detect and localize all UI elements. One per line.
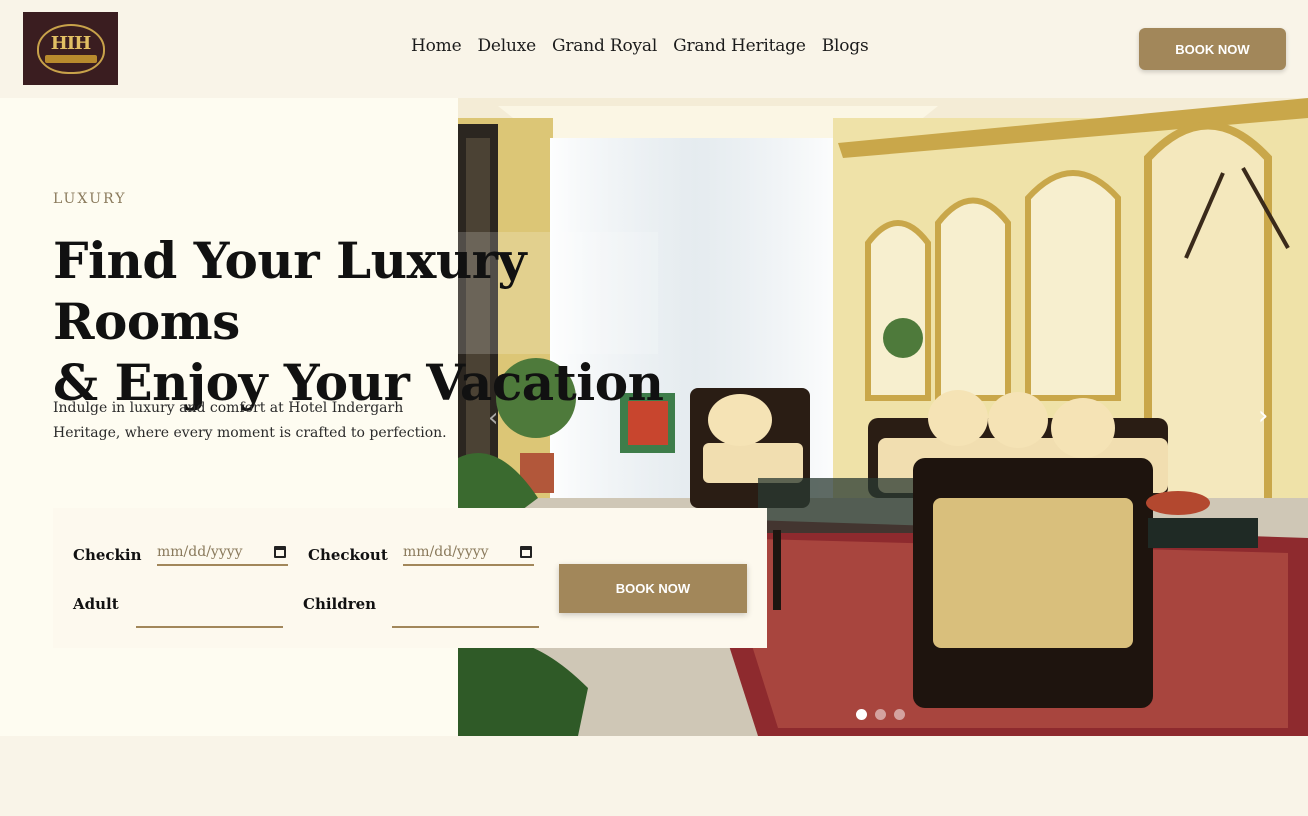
hero-description: Indulge in luxury and comfort at Hotel I… xyxy=(53,400,447,441)
adult-input[interactable] xyxy=(136,602,283,628)
slider-pagination xyxy=(856,709,905,720)
main-nav: Home Deluxe Grand Royal Grand Heritage B… xyxy=(411,36,869,56)
hotel-logo[interactable]: HIH xyxy=(23,12,118,85)
booking-form: Checkin mm/dd/yyyy Checkout mm/dd/yyyy A… xyxy=(53,508,767,648)
slider-dot-3[interactable] xyxy=(894,709,905,720)
children-input[interactable] xyxy=(392,602,539,628)
hero-eyebrow: LUXURY xyxy=(53,191,127,207)
nav-blogs[interactable]: Blogs xyxy=(822,36,869,56)
checkin-date-input[interactable]: mm/dd/yyyy xyxy=(157,540,288,566)
adult-label: Adult xyxy=(73,595,119,613)
checkout-date-input[interactable]: mm/dd/yyyy xyxy=(403,540,534,566)
checkout-placeholder: mm/dd/yyyy xyxy=(403,544,489,560)
checkin-label: Checkin xyxy=(73,546,142,564)
nav-home[interactable]: Home xyxy=(411,36,462,56)
site-header: HIH Home Deluxe Grand Royal Grand Herita… xyxy=(0,0,1308,98)
booking-book-now-button[interactable]: BOOK NOW xyxy=(559,564,747,613)
logo-monogram: HIH xyxy=(50,32,91,54)
hero-title-line-1: Find Your Luxury Rooms xyxy=(53,231,527,351)
calendar-icon[interactable] xyxy=(274,546,286,558)
nav-grand-heritage[interactable]: Grand Heritage xyxy=(673,36,806,56)
hero-title: Find Your Luxury Rooms & Enjoy Your Vaca… xyxy=(53,230,693,413)
header-book-now-button[interactable]: BOOK NOW xyxy=(1139,28,1286,70)
checkout-label: Checkout xyxy=(308,546,388,564)
children-label: Children xyxy=(303,595,377,613)
slider-dot-1[interactable] xyxy=(856,709,867,720)
logo-emblem: HIH xyxy=(36,23,105,74)
chevron-left-icon[interactable]: ‹ xyxy=(488,405,498,431)
checkin-placeholder: mm/dd/yyyy xyxy=(157,544,243,560)
logo-ribbon xyxy=(44,54,97,63)
nav-deluxe[interactable]: Deluxe xyxy=(477,36,536,56)
chevron-right-icon[interactable]: › xyxy=(1258,403,1268,429)
nav-grand-royal[interactable]: Grand Royal xyxy=(552,36,657,56)
slider-dot-2[interactable] xyxy=(875,709,886,720)
calendar-icon[interactable] xyxy=(520,546,532,558)
